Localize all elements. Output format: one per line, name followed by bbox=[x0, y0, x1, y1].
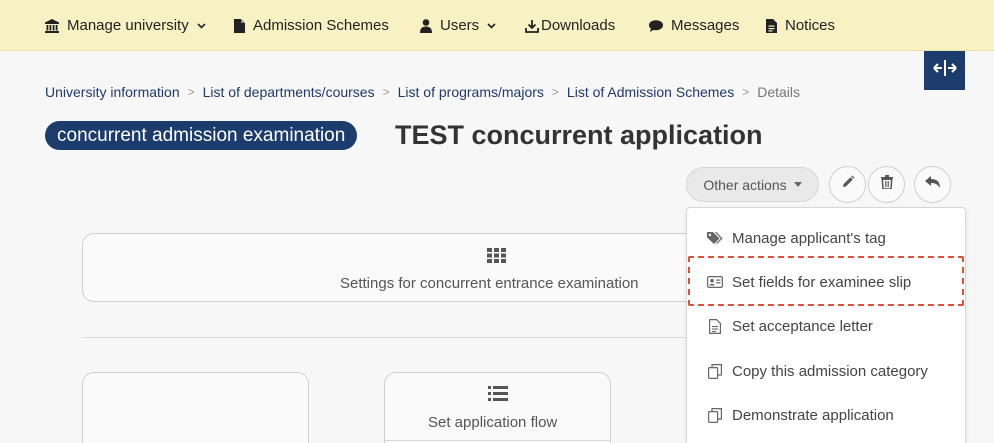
tags-icon bbox=[707, 231, 723, 245]
menu-item-manage-tags[interactable]: Manage applicant's tag bbox=[687, 216, 965, 260]
card-divider bbox=[385, 440, 610, 441]
other-actions-button[interactable]: Other actions bbox=[686, 167, 819, 202]
application-flow-card[interactable]: Set application flow bbox=[384, 372, 611, 443]
file-text-icon bbox=[766, 18, 777, 33]
expand-horizontal-icon bbox=[932, 59, 958, 82]
nav-manage-university[interactable]: Manage university bbox=[45, 0, 206, 51]
trash-icon bbox=[880, 175, 893, 194]
nav-label: Admission Schemes bbox=[253, 17, 389, 34]
menu-item-examinee-slip[interactable]: Set fields for examinee slip bbox=[687, 260, 965, 304]
chevron-down-icon bbox=[487, 22, 496, 29]
comment-icon bbox=[649, 19, 663, 32]
breadcrumb-separator-icon: > bbox=[187, 85, 195, 99]
chevron-down-icon bbox=[197, 22, 206, 29]
file-text-icon bbox=[707, 318, 723, 334]
breadcrumb: University information > List of departm… bbox=[45, 83, 800, 101]
breadcrumb-separator-icon: > bbox=[551, 85, 559, 99]
nav-label: Messages bbox=[671, 17, 740, 34]
nav-downloads[interactable]: Downloads bbox=[525, 0, 615, 51]
university-icon bbox=[45, 18, 59, 33]
menu-item-label: Set fields for examinee slip bbox=[732, 273, 912, 291]
nav-messages[interactable]: Messages bbox=[649, 0, 739, 51]
menu-item-label: Set acceptance letter bbox=[732, 317, 873, 335]
breadcrumb-details: Details bbox=[757, 84, 801, 100]
menu-item-acceptance-letter[interactable]: Set acceptance letter bbox=[687, 304, 965, 348]
file-icon bbox=[234, 18, 245, 33]
menu-item-label: Manage applicant's tag bbox=[732, 229, 886, 247]
copy-icon bbox=[707, 407, 723, 423]
user-icon bbox=[420, 18, 432, 33]
copy-icon bbox=[707, 363, 723, 379]
card[interactable] bbox=[82, 372, 309, 443]
menu-item-label: Copy this admission category bbox=[732, 362, 928, 380]
download-icon bbox=[525, 19, 539, 33]
back-button[interactable] bbox=[914, 166, 951, 203]
application-flow-label: Set application flow bbox=[428, 414, 558, 431]
breadcrumb-separator-icon: > bbox=[382, 85, 390, 99]
nav-label: Manage university bbox=[67, 17, 189, 34]
menu-item-demonstrate-application[interactable]: Demonstrate application bbox=[687, 393, 965, 437]
breadcrumb-separator-icon: > bbox=[742, 85, 750, 99]
breadcrumb-university-information[interactable]: University information bbox=[45, 84, 180, 100]
other-actions-label: Other actions bbox=[703, 176, 787, 193]
grid-icon bbox=[487, 248, 506, 268]
settings-card-label: Settings for concurrent entrance examina… bbox=[340, 275, 639, 292]
pencil-icon bbox=[841, 175, 855, 194]
nav-label: Downloads bbox=[541, 17, 616, 34]
menu-item-label: Demonstrate application bbox=[732, 406, 894, 424]
other-actions-menu: Manage applicant's tag Set fields for ex… bbox=[686, 207, 966, 443]
nav-label: Users bbox=[440, 17, 480, 34]
breadcrumb-programs[interactable]: List of programs/majors bbox=[398, 84, 544, 100]
reply-icon bbox=[924, 175, 941, 194]
top-navbar: Manage university Admission Schemes User… bbox=[0, 0, 994, 51]
edit-button[interactable] bbox=[829, 166, 866, 203]
menu-item-copy-category[interactable]: Copy this admission category bbox=[687, 349, 965, 393]
nav-users[interactable]: Users bbox=[420, 0, 496, 51]
scheme-type-badge: concurrent admission examination bbox=[45, 121, 358, 150]
delete-button[interactable] bbox=[868, 166, 905, 203]
list-icon bbox=[488, 386, 508, 406]
nav-label: Notices bbox=[785, 17, 836, 34]
nav-admission-schemes[interactable]: Admission Schemes bbox=[234, 0, 389, 51]
caret-down-icon bbox=[793, 182, 802, 187]
expand-width-button[interactable] bbox=[924, 51, 965, 90]
id-card-icon bbox=[707, 276, 723, 288]
breadcrumb-departments[interactable]: List of departments/courses bbox=[203, 84, 375, 100]
nav-notices[interactable]: Notices bbox=[766, 0, 835, 51]
breadcrumb-admission-schemes[interactable]: List of Admission Schemes bbox=[567, 84, 734, 100]
page-title: TEST concurrent application bbox=[395, 120, 763, 150]
